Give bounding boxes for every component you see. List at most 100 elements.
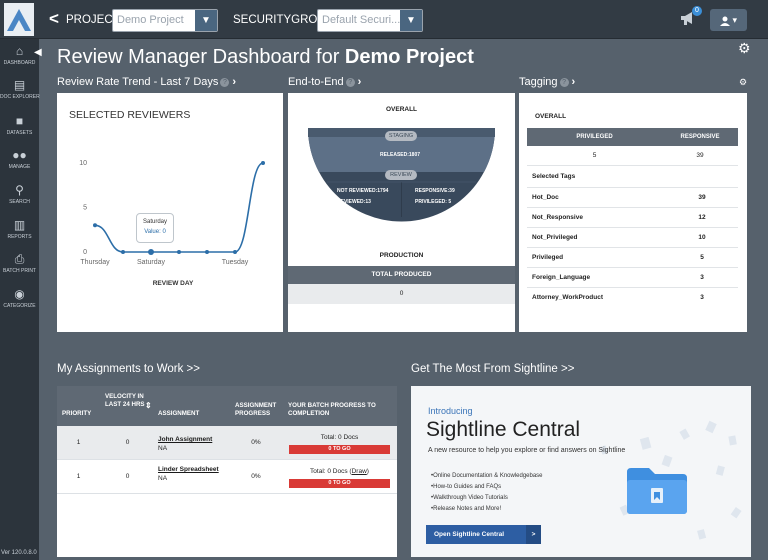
sidebar-item-search[interactable]: ⚲ SEARCH xyxy=(0,184,39,206)
not-reviewed-label: NOT REVIEWED:1794 xyxy=(337,188,389,194)
responsive-column-header: RESPONSIVE xyxy=(680,134,720,140)
tag-row[interactable]: Not_Privileged 10 xyxy=(527,227,738,247)
sidebar-item-batch-print[interactable]: ⎙ BATCH PRINT xyxy=(0,253,39,275)
tag-row[interactable]: Attorney_WorkProduct 3 xyxy=(527,287,738,307)
staging-pill[interactable]: STAGING xyxy=(385,131,417,141)
responsive-value: 39 xyxy=(696,152,704,159)
data-point xyxy=(177,250,181,254)
x-axis-label: REVIEW DAY xyxy=(153,280,194,287)
assignment-link[interactable]: Linder Spreadsheet xyxy=(158,466,230,473)
trend-panel: SELECTED REVIEWERS 0 5 10 Thursday Saturday T… xyxy=(57,93,283,332)
promo-section-title[interactable]: Get The Most From Sightline >> xyxy=(411,363,574,376)
data-point xyxy=(205,250,209,254)
tag-row[interactable]: Not_Responsive 12 xyxy=(527,207,738,227)
to-go-bar: 0 TO GO xyxy=(289,445,390,454)
project-select[interactable]: Demo Project ▼ xyxy=(112,9,218,32)
chevron-right-icon: › xyxy=(571,76,576,88)
data-point xyxy=(121,250,125,254)
promo-intro: Introducing xyxy=(428,406,473,416)
y-tick-label: 10 xyxy=(79,160,87,167)
tag-row[interactable]: Foreign_Language 3 xyxy=(527,267,738,287)
assignments-section-title[interactable]: My Assignments to Work >> xyxy=(57,363,200,376)
responsive-label: RESPONSIVE:39 xyxy=(415,188,455,194)
chevron-down-icon: ▾ xyxy=(732,15,738,25)
tagging-panel: OVERALL PRIVILEGED RESPONSIVE 5 39 Selec… xyxy=(519,93,747,332)
notification-badge: 0 xyxy=(692,6,702,16)
assignments-table: PRIORITY VELOCITY IN LAST 24 HRS ⇕ ASSIG… xyxy=(57,386,397,557)
e2e-section-title[interactable]: End-to-End? › xyxy=(288,76,361,89)
eye-icon: ◉ xyxy=(14,287,25,301)
data-point xyxy=(93,223,97,228)
list-item: How-to Guides and FAQs xyxy=(431,482,543,493)
chevron-right-icon: › xyxy=(232,76,237,88)
gear-icon[interactable]: ⚙ xyxy=(738,40,751,57)
x-tick-label: Thursday xyxy=(80,259,110,266)
folder-icon: ■ xyxy=(15,114,24,128)
production-label: PRODUCTION xyxy=(379,252,424,259)
list-item: Online Documentation & Knowledgebase xyxy=(431,471,542,482)
series-line xyxy=(94,162,264,253)
info-icon[interactable]: ? xyxy=(559,77,569,87)
tagging-values-row: 5 39 xyxy=(527,146,738,166)
version-label: Ver 120.0.8.0 xyxy=(1,550,37,556)
sidebar-item-categorize[interactable]: ◉ CATEGORIZE xyxy=(0,287,39,310)
privileged-label: PRIVILEGED: 5 xyxy=(415,199,452,205)
sort-icon[interactable]: ⇕ xyxy=(145,402,152,410)
y-tick-label: 0 xyxy=(83,249,87,256)
back-button[interactable]: < xyxy=(49,9,59,29)
gear-icon[interactable]: ⚙ xyxy=(739,77,747,88)
chevron-right-icon: > xyxy=(526,525,541,544)
securitygroup-select[interactable]: Default Securi... ▼ xyxy=(317,9,423,32)
data-point xyxy=(261,161,265,165)
batch-column-header[interactable]: YOUR BATCH PROGRESS TO COMPLETION xyxy=(288,402,393,418)
promo-description: A new resource to help you explore or fi… xyxy=(428,447,626,454)
top-bar: < PROJECT: Demo Project ▼ SECURITYGROUP:… xyxy=(0,0,768,39)
bar-chart-icon: ▥ xyxy=(13,218,26,232)
sidebar-item-manage[interactable]: ●● MANAGE xyxy=(0,148,39,171)
table-row[interactable]: 1 0 Linder Spreadsheet NA 0% Total: 0 Do… xyxy=(57,460,397,494)
to-go-bar: 0 TO GO xyxy=(289,479,390,488)
sightline-logo[interactable] xyxy=(4,3,34,36)
tag-row[interactable]: Privileged 5 xyxy=(527,247,738,267)
tag-row[interactable]: Hot_Doc 39 xyxy=(527,187,738,207)
privileged-value: 5 xyxy=(592,152,597,159)
privileged-column-header: PRIVILEGED xyxy=(576,134,613,140)
promo-bullets: Online Documentation & Knowledgebase How… xyxy=(431,471,543,515)
review-pill[interactable]: REVIEW xyxy=(385,170,417,180)
page-title: Review Manager Dashboard for Demo Projec… xyxy=(57,46,474,68)
chart-tooltip: Saturday Value: 0 xyxy=(136,213,174,243)
progress-column-header[interactable]: ASSIGNMENT PROGRESS xyxy=(235,402,283,418)
assignment-column-header[interactable]: ASSIGNMENT xyxy=(158,410,199,418)
users-icon: ●● xyxy=(12,148,27,162)
released-label: RELEASED:1807 xyxy=(380,152,421,158)
table-row[interactable]: 1 0 John Assignment NA 0% Total: 0 Docs … xyxy=(57,426,397,460)
promo-title: Sightline Central xyxy=(426,418,581,441)
tagging-section-title[interactable]: Tagging? › xyxy=(519,76,575,89)
open-sightline-central-button[interactable]: Open Sightline Central > xyxy=(426,525,541,544)
velocity-column-header[interactable]: VELOCITY IN LAST 24 HRS xyxy=(105,393,145,409)
sightline-central-promo: Introducing Sightline Central A new reso… xyxy=(411,386,751,557)
trend-section-title[interactable]: Review Rate Trend - Last 7 Days? › xyxy=(57,76,236,89)
chevron-down-icon: ▼ xyxy=(195,10,217,31)
info-icon[interactable]: ? xyxy=(345,77,355,87)
x-tick-label: Tuesday xyxy=(222,259,249,266)
sidebar: ⌂ DASHBOARD ▤ DOC EXPLORER ■ DATASETS ●●… xyxy=(0,39,40,560)
total-produced-header: TOTAL PRODUCED xyxy=(288,266,515,284)
sidebar-item-doc-explorer[interactable]: ▤ DOC EXPLORER xyxy=(0,78,40,101)
chevron-right-icon: › xyxy=(357,76,362,88)
info-icon[interactable]: ? xyxy=(220,77,230,87)
total-produced-value: 0 xyxy=(288,284,515,304)
securitygroup-select-value: Default Securi... xyxy=(322,14,400,26)
assignment-link[interactable]: John Assignment xyxy=(158,436,230,443)
tagging-header-row: PRIVILEGED RESPONSIVE xyxy=(527,128,738,146)
user-icon xyxy=(719,16,730,26)
sidebar-collapse-icon[interactable]: ◀ xyxy=(34,47,42,58)
draw-link[interactable]: Draw xyxy=(352,468,367,475)
sidebar-item-reports[interactable]: ▥ REPORTS xyxy=(0,218,39,241)
reviewed-label: REVIEWED:13 xyxy=(337,199,371,205)
data-point xyxy=(148,249,154,255)
user-menu-button[interactable]: ▾ xyxy=(710,9,747,31)
doc-explorer-icon: ▤ xyxy=(13,78,26,92)
priority-column-header[interactable]: PRIORITY xyxy=(62,410,91,418)
sidebar-item-datasets[interactable]: ■ DATASETS xyxy=(0,114,39,137)
